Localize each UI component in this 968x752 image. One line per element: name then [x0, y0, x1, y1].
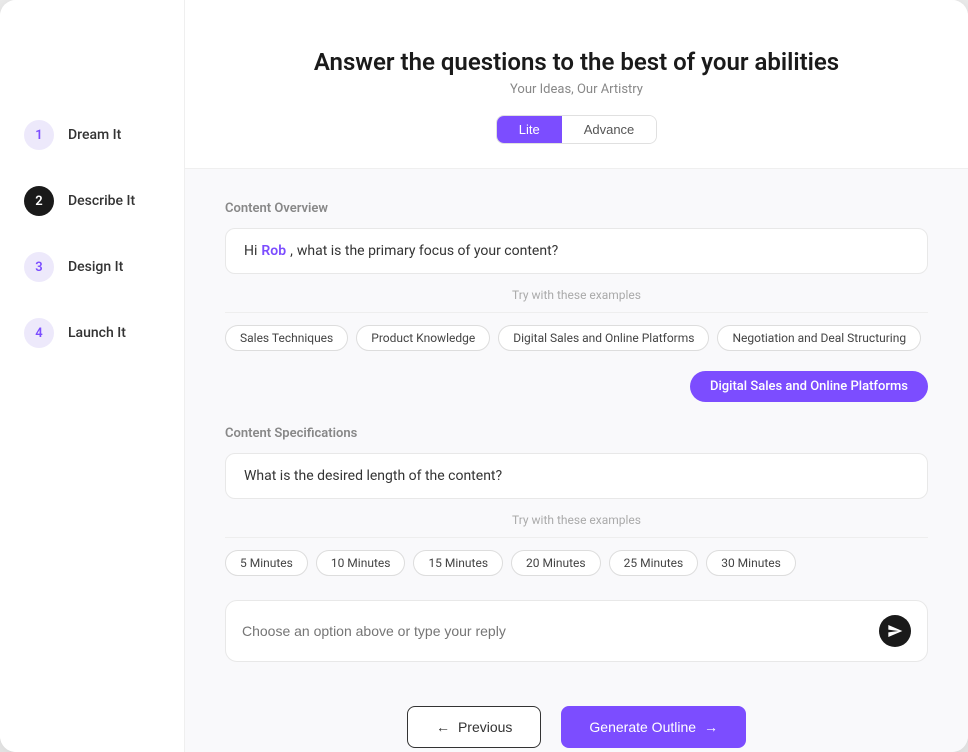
chip-15-minutes[interactable]: 15 Minutes	[413, 550, 503, 576]
chip-digital-sales[interactable]: Digital Sales and Online Platforms	[498, 325, 709, 351]
chip-negotiation[interactable]: Negotiation and Deal Structuring	[717, 325, 921, 351]
step-1-circle: 1	[24, 120, 54, 150]
sidebar-item-launch-it-label: Launch It	[68, 325, 126, 341]
divider-specs	[225, 537, 928, 538]
page-subtitle: Your Ideas, Our Artistry	[205, 82, 948, 97]
right-arrow-icon: →	[704, 719, 718, 735]
specs-question-text: What is the desired length of the conten…	[244, 468, 502, 484]
selected-pill-digital-sales: Digital Sales and Online Platforms	[690, 371, 928, 402]
chip-5-minutes[interactable]: 5 Minutes	[225, 550, 308, 576]
sidebar-item-dream-it-label: Dream It	[68, 127, 121, 143]
send-button[interactable]	[879, 615, 911, 647]
sidebar-item-describe-it-label: Describe It	[68, 193, 135, 209]
previous-label: Previous	[458, 719, 512, 735]
left-arrow-icon: ←	[436, 719, 450, 735]
sidebar-item-design-it[interactable]: 3 Design It	[24, 252, 184, 282]
sidebar-item-dream-it[interactable]: 1 Dream It	[24, 120, 184, 150]
divider-overview	[225, 312, 928, 313]
examples-label-overview: Try with these examples	[225, 288, 928, 302]
overview-chips-row: Sales Techniques Product Knowledge Digit…	[225, 325, 928, 351]
step-2-circle: 2	[24, 186, 54, 216]
sidebar-item-launch-it[interactable]: 4 Launch It	[24, 318, 184, 348]
send-icon	[887, 623, 903, 639]
previous-button[interactable]: ← Previous	[407, 706, 541, 748]
chip-20-minutes[interactable]: 20 Minutes	[511, 550, 601, 576]
content-overview-section: Content Overview Hi Rob, what is the pri…	[225, 201, 928, 402]
chip-product-knowledge[interactable]: Product Knowledge	[356, 325, 490, 351]
content-specs-question-box: What is the desired length of the conten…	[225, 453, 928, 499]
content-overview-question-box: Hi Rob, what is the primary focus of you…	[225, 228, 928, 274]
content-area: Content Overview Hi Rob, what is the pri…	[185, 169, 968, 682]
greeting-hi: Hi	[244, 243, 257, 259]
step-4-circle: 4	[24, 318, 54, 348]
examples-label-specs: Try with these examples	[225, 513, 928, 527]
generate-outline-button[interactable]: Generate Outline →	[561, 706, 746, 748]
chip-10-minutes[interactable]: 10 Minutes	[316, 550, 406, 576]
content-specifications-section: Content Specifications What is the desir…	[225, 426, 928, 576]
header: Answer the questions to the best of your…	[185, 0, 968, 169]
reply-input-row	[225, 600, 928, 662]
generate-label: Generate Outline	[589, 719, 696, 735]
main-content: Answer the questions to the best of your…	[185, 0, 968, 752]
step-3-circle: 3	[24, 252, 54, 282]
chip-30-minutes[interactable]: 30 Minutes	[706, 550, 796, 576]
footer: ← Previous Generate Outline →	[185, 682, 968, 752]
reply-input[interactable]	[242, 623, 879, 639]
question-body: what is the primary focus of your conten…	[297, 243, 558, 259]
tab-advance[interactable]: Advance	[562, 116, 657, 143]
tab-lite[interactable]: Lite	[497, 116, 562, 143]
sidebar: 1 Dream It 2 Describe It 3 Design It 4 L…	[0, 0, 185, 752]
content-overview-title: Content Overview	[225, 201, 928, 216]
sidebar-item-describe-it[interactable]: 2 Describe It	[24, 186, 184, 216]
sidebar-item-design-it-label: Design It	[68, 259, 123, 275]
chip-sales-techniques[interactable]: Sales Techniques	[225, 325, 348, 351]
question-text: ,	[290, 243, 293, 259]
specs-chips-row: 5 Minutes 10 Minutes 15 Minutes 20 Minut…	[225, 550, 928, 576]
content-specs-title: Content Specifications	[225, 426, 928, 441]
tab-group: Lite Advance	[496, 115, 658, 144]
chip-25-minutes[interactable]: 25 Minutes	[609, 550, 699, 576]
app-window: 1 Dream It 2 Describe It 3 Design It 4 L…	[0, 0, 968, 752]
greeting-name: Rob	[261, 243, 286, 259]
page-title: Answer the questions to the best of your…	[205, 48, 948, 76]
